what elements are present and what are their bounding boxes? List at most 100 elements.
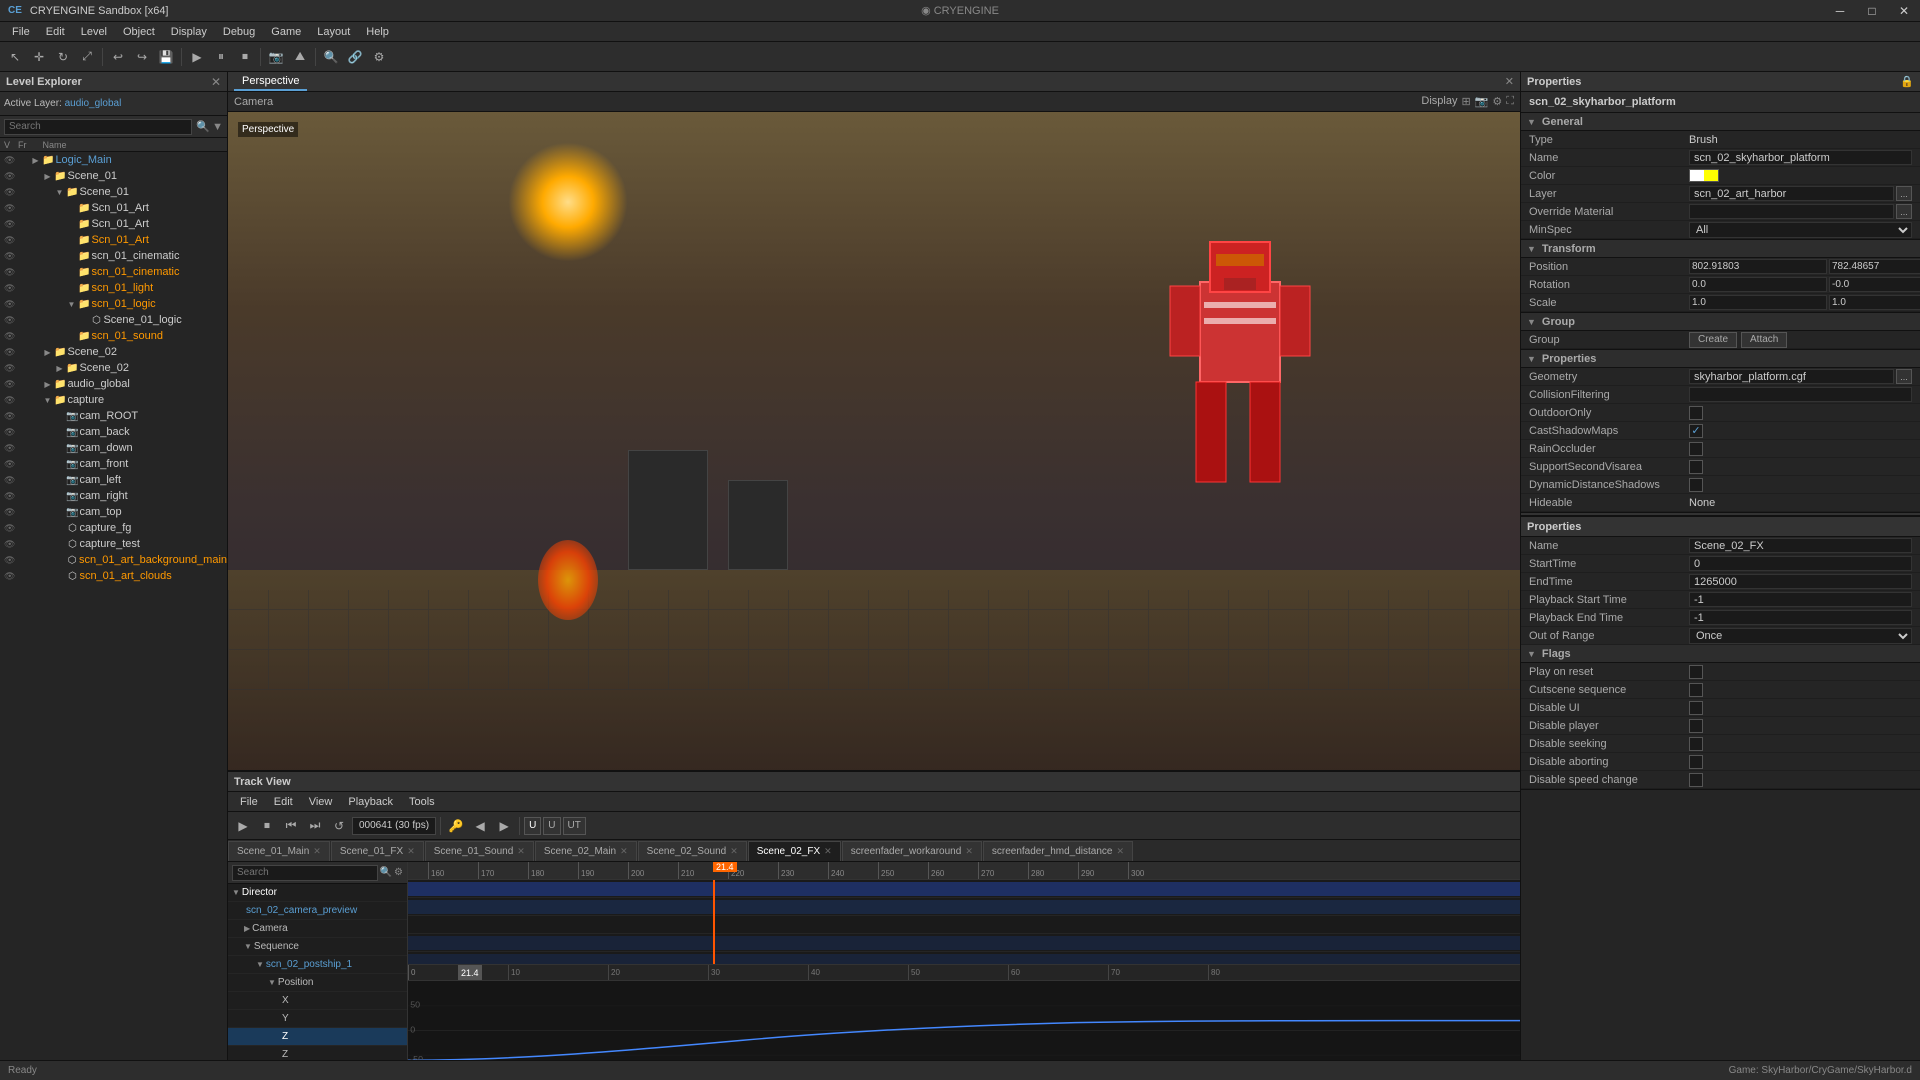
override-mat-input[interactable] <box>1689 204 1894 219</box>
rainocc-checkbox[interactable] <box>1689 442 1703 456</box>
tree-item-logic-main[interactable]: 👁 ▶ 📁 Logic_Main <box>0 152 227 168</box>
tree-item-capture-test[interactable]: 👁 ⬡ capture_test <box>0 536 227 552</box>
expand-icon[interactable]: ▼ <box>268 978 276 987</box>
minimize-button[interactable]: ─ <box>1824 0 1856 22</box>
tree-item-scene02-2[interactable]: 👁 ▶ 📁 Scene_02 <box>0 360 227 376</box>
track-menu-playback[interactable]: Playback <box>340 794 401 810</box>
menu-game[interactable]: Game <box>263 24 309 40</box>
tab-scene01-main[interactable]: Scene_01_Main ✕ <box>228 841 330 861</box>
play-on-reset-checkbox[interactable] <box>1689 665 1703 679</box>
select-tool[interactable]: ↖ <box>4 46 26 68</box>
menu-layout[interactable]: Layout <box>309 24 358 40</box>
menu-level[interactable]: Level <box>73 24 115 40</box>
tree-item-audio-global[interactable]: 👁 ▶ 📁 audio_global <box>0 376 227 392</box>
geometry-browse[interactable]: ... <box>1896 369 1912 384</box>
name-input[interactable] <box>1689 150 1912 165</box>
track-item-pos-x[interactable]: X <box>228 992 407 1010</box>
tree-item-sound[interactable]: 👁 📁 scn_01_sound <box>0 328 227 344</box>
create-btn[interactable]: Create <box>1689 332 1737 348</box>
expand-icon[interactable]: ▼ <box>41 396 53 405</box>
track-item-pos-y[interactable]: Y <box>228 1010 407 1028</box>
geometry-input[interactable] <box>1689 369 1894 384</box>
expand-icon[interactable]: ▼ <box>53 188 65 197</box>
menu-help[interactable]: Help <box>358 24 397 40</box>
track-menu-edit[interactable]: Edit <box>266 794 301 810</box>
disable-player-checkbox[interactable] <box>1689 719 1703 733</box>
menu-file[interactable]: File <box>4 24 38 40</box>
rotate-tool[interactable]: ↻ <box>52 46 74 68</box>
menu-edit[interactable]: Edit <box>38 24 73 40</box>
tree-item-cam-top[interactable]: 👁 📷 cam_top <box>0 504 227 520</box>
tree-item-cam-front[interactable]: 👁 📷 cam_front <box>0 456 227 472</box>
settings-btn[interactable]: ⚙ <box>368 46 390 68</box>
tree-item-art1[interactable]: 👁 📁 Scn_01_Art <box>0 200 227 216</box>
tab-scene01-sound[interactable]: Scene_01_Sound ✕ <box>425 841 534 861</box>
track-prev-key[interactable]: ◀ <box>469 815 491 837</box>
playback-end-input[interactable] <box>1689 610 1912 625</box>
scale-x-input[interactable] <box>1689 295 1827 310</box>
tree-item-cinematic2[interactable]: 👁 📁 scn_01_cinematic <box>0 264 227 280</box>
tree-item-capture[interactable]: 👁 ▼ 📁 capture <box>0 392 227 408</box>
tree-item-cam-down[interactable]: 👁 📷 cam_down <box>0 440 227 456</box>
stop-btn[interactable]: ⏹ <box>234 46 256 68</box>
tree-item-cam-root[interactable]: 👁 📷 cam_ROOT <box>0 408 227 424</box>
track-menu-view[interactable]: View <box>301 794 341 810</box>
perspective-tab[interactable]: Perspective <box>234 73 307 91</box>
u-alt-btn[interactable]: U <box>543 817 560 835</box>
tree-item-art-bg-main[interactable]: 👁 ⬡ scn_01_art_background_main <box>0 552 227 568</box>
timeline-tracks[interactable]: -48.081, -1 -46.081 -170.783 <box>408 880 1520 964</box>
expand-icon[interactable]: ▶ <box>41 172 53 181</box>
disable-ui-checkbox[interactable] <box>1689 701 1703 715</box>
castshadow-checkbox[interactable]: ✓ <box>1689 424 1703 438</box>
ut-btn[interactable]: UT <box>563 817 586 835</box>
vp-settings-icon[interactable]: ⚙ <box>1492 95 1502 108</box>
start-time-input[interactable] <box>1689 556 1912 571</box>
seq-name-input[interactable] <box>1689 538 1912 553</box>
track-key-btn[interactable]: 🔑 <box>445 815 467 837</box>
scale-y-input[interactable] <box>1829 295 1920 310</box>
tree-item-art3[interactable]: 👁 📁 Scn_01_Art <box>0 232 227 248</box>
disable-speed-checkbox[interactable] <box>1689 773 1703 787</box>
track-item-position[interactable]: ▼ Position <box>228 974 407 992</box>
track-stop-btn[interactable]: ⏹ <box>256 815 278 837</box>
tab-close[interactable]: ✕ <box>824 846 832 857</box>
redo-btn[interactable]: ↪ <box>131 46 153 68</box>
track-prev-btn[interactable]: ⏮ <box>280 815 302 837</box>
cutscene-checkbox[interactable] <box>1689 683 1703 697</box>
tree-item-cam-right[interactable]: 👁 📷 cam_right <box>0 488 227 504</box>
tab-close[interactable]: ✕ <box>1117 846 1125 857</box>
minspec-select[interactable]: All <box>1689 222 1912 238</box>
save-btn[interactable]: 💾 <box>155 46 177 68</box>
pos-x-input[interactable] <box>1689 259 1827 274</box>
terrain-btn[interactable]: ⛰ <box>289 46 311 68</box>
expand-icon[interactable]: ▶ <box>29 156 41 165</box>
disable-seeking-checkbox[interactable] <box>1689 737 1703 751</box>
track-loop-btn[interactable]: ↺ <box>328 815 350 837</box>
transform-section-header[interactable]: ▼ Transform <box>1521 240 1920 258</box>
tree-view[interactable]: 👁 ▶ 📁 Logic_Main 👁 ▶ 📁 Scene_01 👁 ▼ 📁 Sc… <box>0 152 227 1080</box>
tab-close[interactable]: ✕ <box>730 846 738 857</box>
dynamic-checkbox[interactable] <box>1689 478 1703 492</box>
out-of-range-select[interactable]: Once Loop Ping-Pong Constant <box>1689 628 1912 644</box>
tab-scene02-main[interactable]: Scene_02_Main ✕ <box>535 841 637 861</box>
tree-item-scene01-1[interactable]: 👁 ▶ 📁 Scene_01 <box>0 168 227 184</box>
u-key-btn[interactable]: U <box>524 817 541 835</box>
grid-icon[interactable]: ⊞ <box>1462 95 1471 108</box>
tab-screenfader-hmd[interactable]: screenfader_hmd_distance ✕ <box>983 841 1133 861</box>
expand-icon[interactable]: ▼ <box>244 942 252 951</box>
search-btn[interactable]: 🔍 <box>320 46 342 68</box>
maximize-button[interactable]: □ <box>1856 0 1888 22</box>
layer-input[interactable] <box>1689 186 1894 201</box>
search-input[interactable] <box>4 119 192 135</box>
track-menu-file[interactable]: File <box>232 794 266 810</box>
track-item-director[interactable]: ▼ Director <box>228 884 407 902</box>
tab-scene02-sound[interactable]: Scene_02_Sound ✕ <box>638 841 747 861</box>
pause-btn[interactable]: ⏸ <box>210 46 232 68</box>
expand-icon[interactable]: ▶ <box>244 924 250 933</box>
tree-item-art2[interactable]: 👁 📁 Scn_01_Art <box>0 216 227 232</box>
link-btn[interactable]: 🔗 <box>344 46 366 68</box>
vp-close[interactable]: ✕ <box>1505 75 1514 88</box>
expand-icon[interactable]: ▶ <box>53 364 65 373</box>
override-mat-browse[interactable]: ... <box>1896 204 1912 219</box>
tree-item-logic[interactable]: 👁 ▼ 📁 scn_01_logic <box>0 296 227 312</box>
